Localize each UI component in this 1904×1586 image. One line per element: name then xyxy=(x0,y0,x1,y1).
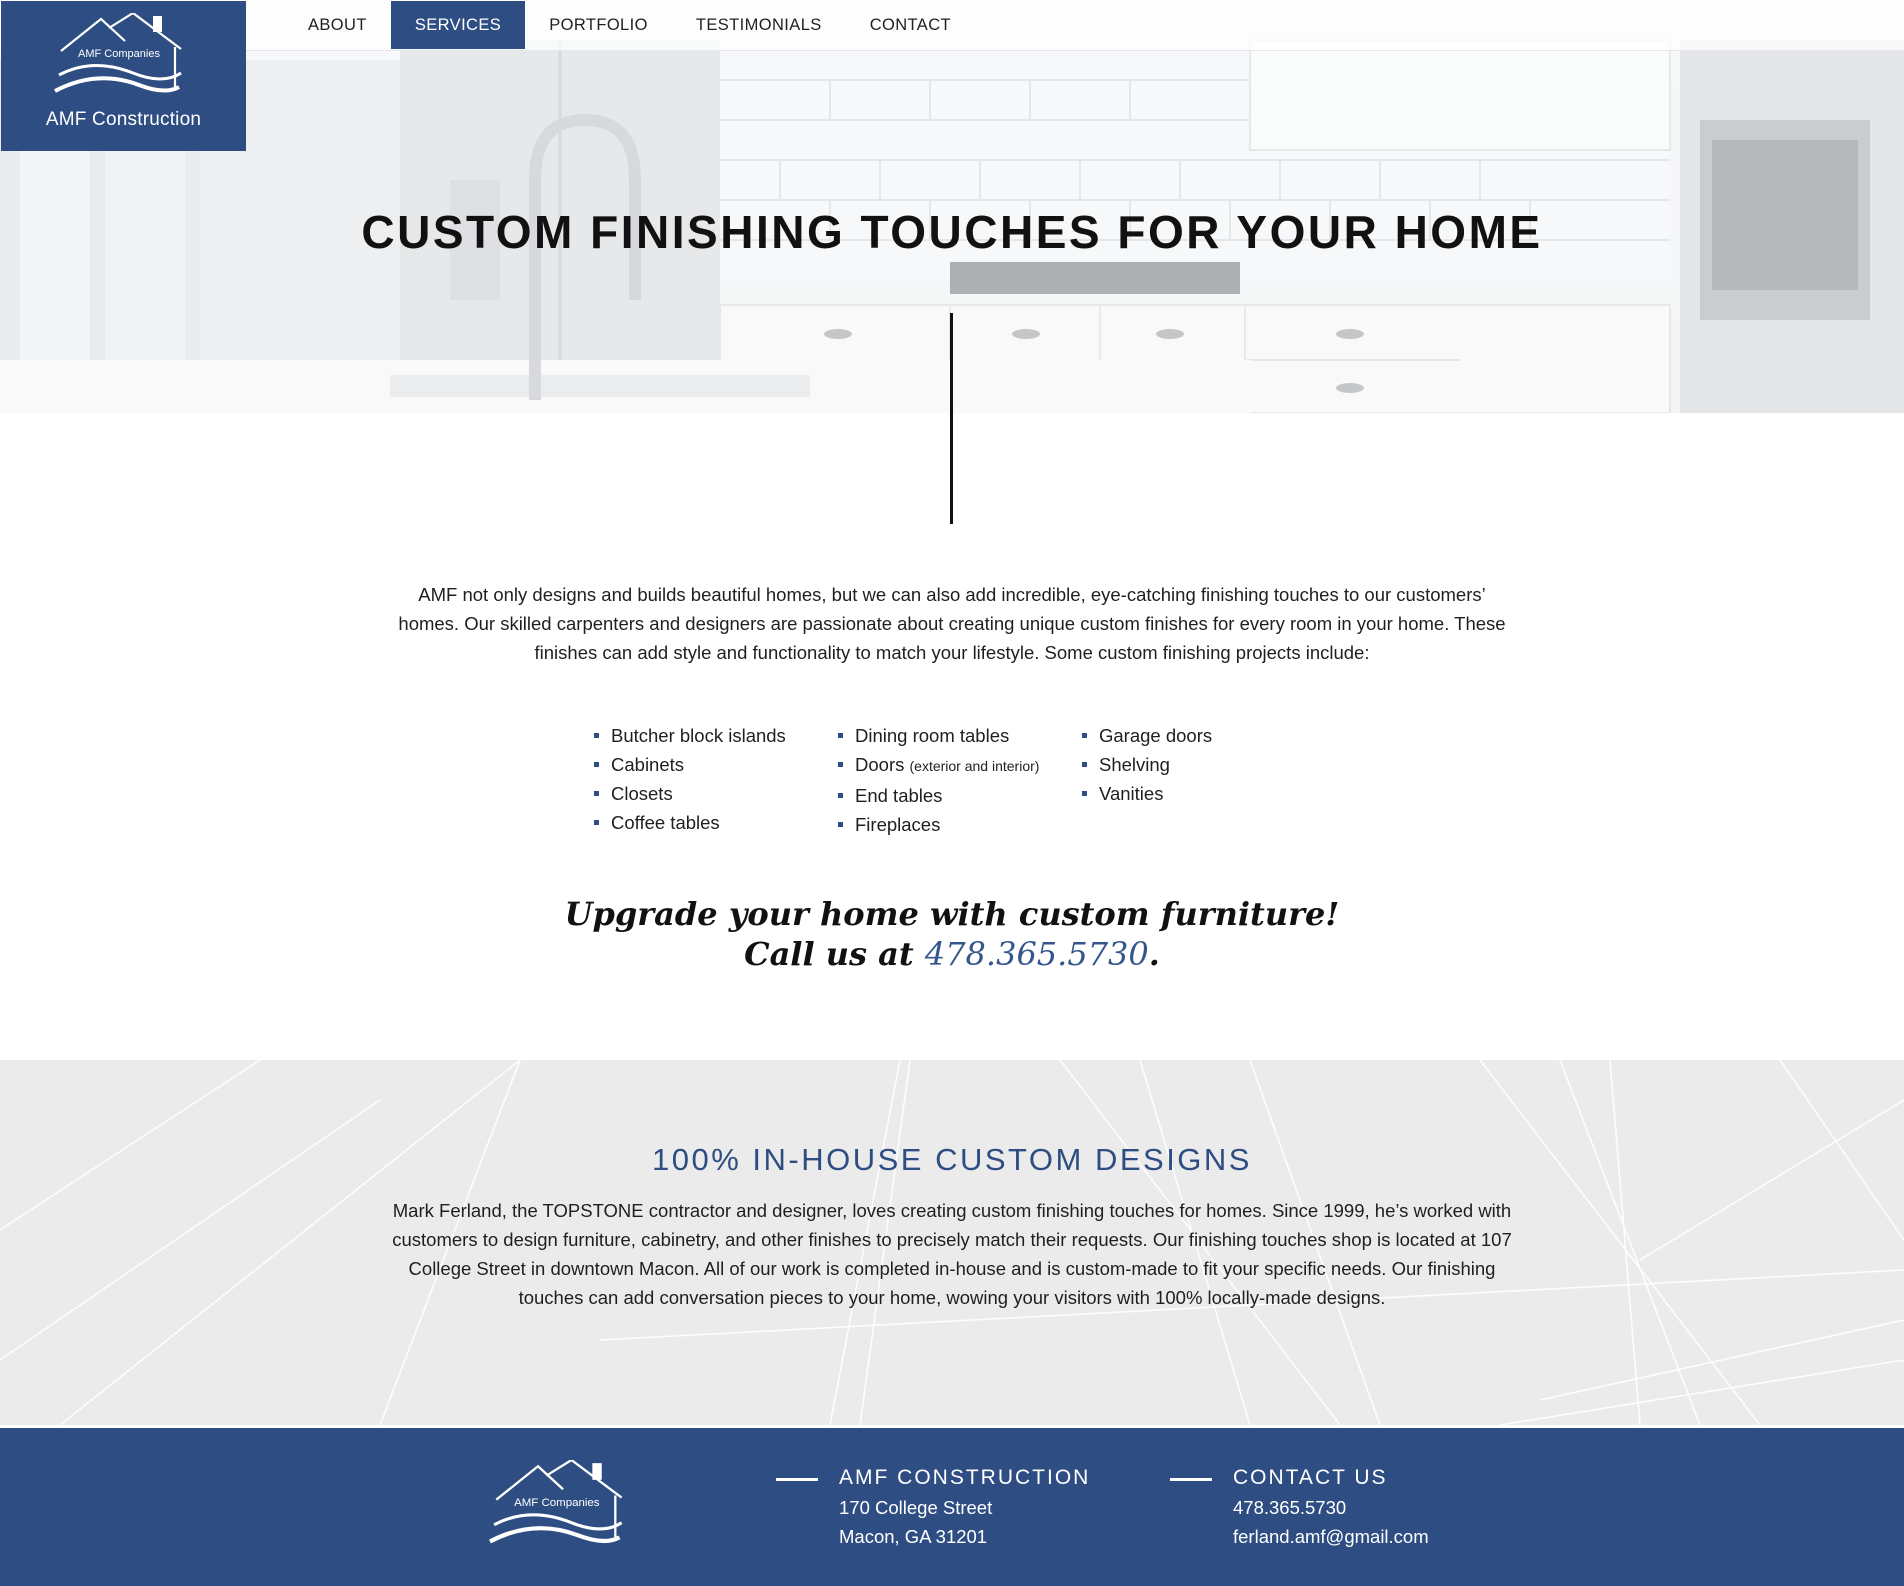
footer-email-link[interactable]: ferland.amf@gmail.com xyxy=(1233,1522,1429,1551)
list-item: Vanities xyxy=(1080,779,1324,808)
footer: AMF Companies AMF CONSTRUCTION 170 Colle… xyxy=(0,1428,1904,1586)
list-item: Fireplaces xyxy=(836,810,1080,839)
brand-logo[interactable]: AMF Companies AMF Construction xyxy=(1,1,246,151)
list-item: Cabinets xyxy=(592,750,836,779)
svg-text:AMF Companies: AMF Companies xyxy=(514,1497,600,1509)
in-house-section: 100% IN-HOUSE CUSTOM DESIGNS Mark Ferlan… xyxy=(0,1060,1904,1425)
section-title: 100% IN-HOUSE CUSTOM DESIGNS xyxy=(652,1142,1252,1177)
cta-suffix: . xyxy=(1148,935,1160,973)
list-item: Garage doors xyxy=(1080,721,1324,750)
list-item: End tables xyxy=(836,781,1080,810)
projects-column-2: Dining room tables Doors (exterior and i… xyxy=(836,721,1080,839)
list-item: Dining room tables xyxy=(836,721,1080,750)
nav-item-about[interactable]: ABOUT xyxy=(284,1,391,49)
footer-company-title: AMF CONSTRUCTION xyxy=(839,1466,1091,1489)
page-title: CUSTOM FINISHING TOUCHES FOR YOUR HOME xyxy=(361,206,1543,258)
list-item: Shelving xyxy=(1080,750,1324,779)
projects-column-1: Butcher block islands Cabinets Closets C… xyxy=(592,721,836,839)
main-nav: ABOUT SERVICES PORTFOLIO TESTIMONIALS CO… xyxy=(284,1,975,49)
nav-item-services[interactable]: SERVICES xyxy=(390,1,526,49)
call-to-action: Upgrade your home with custom furniture!… xyxy=(0,894,1904,974)
nav-item-portfolio[interactable]: PORTFOLIO xyxy=(525,1,672,49)
list-item: Closets xyxy=(592,779,836,808)
list-item-label: Doors xyxy=(855,754,905,775)
intro-paragraph: AMF not only designs and builds beautifu… xyxy=(398,584,1506,663)
list-item: Doors (exterior and interior) xyxy=(836,750,1080,781)
footer-address-line-1: 170 College Street xyxy=(839,1497,993,1518)
doors-note: (exterior and interior) xyxy=(909,758,1040,774)
footer-contact-title: CONTACT US xyxy=(1233,1466,1388,1489)
footer-dash xyxy=(1170,1478,1212,1481)
nav-item-contact[interactable]: CONTACT xyxy=(846,1,975,49)
footer-contact-info: CONTACT US 478.365.5730 ferland.amf@gmai… xyxy=(1170,1463,1429,1551)
footer-house-logo-icon[interactable]: AMF Companies xyxy=(486,1460,636,1554)
footer-dash xyxy=(776,1478,818,1481)
house-logo-icon: AMF Companies xyxy=(54,13,182,93)
list-item: Butcher block islands xyxy=(592,721,836,750)
footer-company-info: AMF CONSTRUCTION 170 College Street Maco… xyxy=(776,1463,1091,1551)
svg-text:AMF Companies: AMF Companies xyxy=(78,48,160,60)
in-house-paragraph: Mark Ferland, the TOPSTONE contractor an… xyxy=(392,1200,1512,1308)
brand-name: AMF Construction xyxy=(45,109,202,130)
footer-phone-link[interactable]: 478.365.5730 xyxy=(1233,1493,1429,1522)
vertical-divider xyxy=(950,313,953,524)
projects-column-3: Garage doors Shelving Vanities xyxy=(1080,721,1324,839)
cta-headline: Upgrade your home with custom furniture! xyxy=(564,895,1340,933)
list-item: Coffee tables xyxy=(592,808,836,837)
projects-list: Butcher block islands Cabinets Closets C… xyxy=(592,721,1324,839)
cta-call-line: Call us at 478.365.5730. xyxy=(0,934,1904,974)
cta-prefix: Call us at xyxy=(744,935,925,973)
footer-address-line-2: Macon, GA 31201 xyxy=(839,1526,988,1547)
phone-link[interactable]: 478.365.5730 xyxy=(925,935,1149,973)
nav-item-testimonials[interactable]: TESTIMONIALS xyxy=(672,1,846,49)
